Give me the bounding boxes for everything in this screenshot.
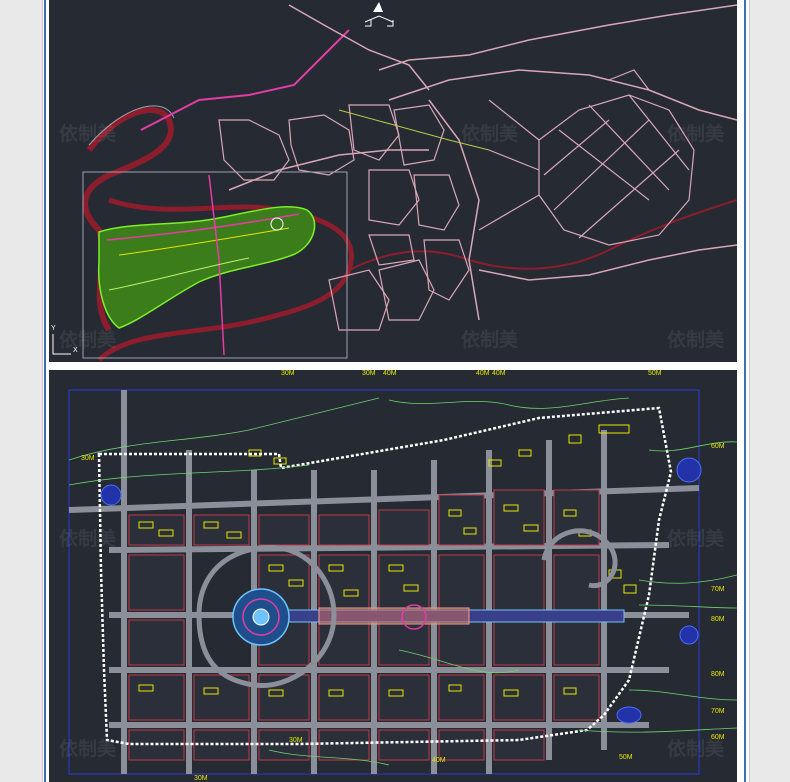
dimension-label: 40M [476, 370, 490, 377]
city-grid-east [478, 69, 695, 246]
axis-plaza [318, 607, 470, 625]
dimension-label: 70M [711, 708, 725, 715]
dimension-label: 30M [281, 370, 295, 377]
dimension-label: 30M [362, 370, 376, 377]
dimension-label: 80M [711, 616, 725, 623]
road-network-svg: Y X 依制美 依制美 依制美 依制美 依制美 依制美 [51, 2, 737, 362]
watermark: 依制美 [59, 527, 117, 550]
regional-road-network-drawing: Y X 依制美 依制美 依制美 依制美 依制美 依制美 [49, 0, 737, 362]
dimension-label: 80M [711, 671, 725, 678]
watermark: 依制美 [59, 737, 117, 760]
watermark: 依制美 [667, 122, 725, 145]
watermark: 依制美 [461, 122, 519, 145]
watermark: 依制美 [461, 328, 519, 351]
road-northeast [378, 4, 737, 71]
watermark: 依制美 [59, 328, 117, 351]
north-compass-icon [364, 2, 394, 27]
road-north [288, 4, 430, 91]
dimension-label: 30M [194, 775, 208, 782]
site-plan-drawing: 30M 30M 40M 40M 40M 50M 60M 70M 80M 80M … [49, 370, 737, 782]
site-plan-svg: 30M 30M 40M 40M 40M 50M 60M 70M 80M 80M … [59, 370, 737, 782]
dimension-label: 40M [492, 370, 506, 377]
dimension-label: 40M [432, 757, 446, 764]
road-east [388, 69, 737, 121]
dimension-label: 60M [711, 443, 725, 450]
dimension-label: 50M [648, 370, 662, 377]
watermark: 依制美 [667, 737, 725, 760]
watermark: 依制美 [59, 122, 117, 145]
dimension-label: 70M [711, 586, 725, 593]
dimension-label: 40M [383, 370, 397, 377]
dimension-label: 50M [619, 754, 633, 761]
axis-y-label: Y [51, 325, 56, 332]
frame-right-rule [744, 0, 746, 782]
frame-left-rule [44, 0, 46, 782]
watermark: 依制美 [667, 527, 725, 550]
dimension-label: 30M [81, 455, 95, 462]
watermark: 依制美 [667, 328, 725, 351]
dimension-label: 30M [289, 737, 303, 744]
